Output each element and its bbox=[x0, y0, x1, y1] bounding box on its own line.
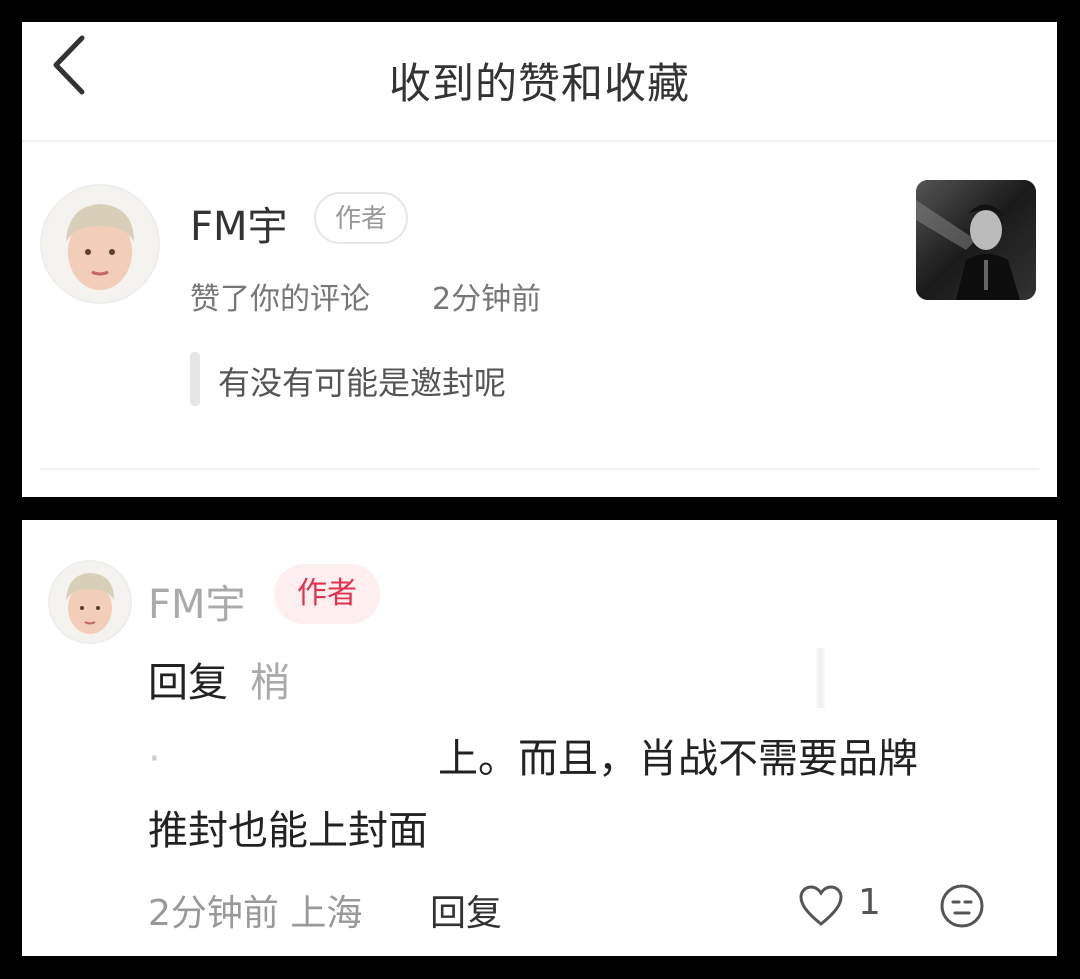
author-badge: 作者 bbox=[314, 192, 408, 244]
comment-text-line: · 上。而且，肖战不需要品牌 bbox=[148, 726, 918, 784]
reply-target[interactable]: 梢 bbox=[250, 660, 290, 706]
author-badge: 作者 bbox=[274, 564, 380, 624]
notification-action: 赞了你的评论 bbox=[190, 282, 370, 317]
quoted-comment[interactable]: 有没有可能是邀封呢 bbox=[218, 358, 506, 404]
post-thumbnail[interactable] bbox=[916, 180, 1036, 300]
page-title: 收到的赞和收藏 bbox=[388, 59, 690, 108]
emoji-icon[interactable] bbox=[938, 882, 986, 930]
redacted-text: · bbox=[148, 736, 161, 782]
reply-prefix: 回复 bbox=[148, 660, 228, 706]
quote-bar bbox=[190, 352, 200, 406]
notification-panel: 收到的赞和收藏 FM宇 作者 赞了你的评论 2分钟前 有没有可能是邀封呢 bbox=[22, 22, 1057, 497]
comment-user-name[interactable]: FM宇 bbox=[148, 572, 246, 630]
like-count: 1 bbox=[858, 882, 881, 923]
comment-panel: FM宇 作者 回复梢 · 上。而且，肖战不需要品牌 推封也能上封面 2分钟前 上海… bbox=[22, 520, 1057, 956]
divider bbox=[40, 468, 1039, 470]
avatar[interactable] bbox=[40, 184, 160, 304]
notification-time: 2分钟前 bbox=[432, 282, 542, 317]
comment-text-line: 回复梢 bbox=[148, 650, 290, 708]
reply-button[interactable]: 回复 bbox=[430, 884, 502, 936]
user-name[interactable]: FM宇 bbox=[190, 194, 288, 252]
avatar[interactable] bbox=[48, 560, 132, 644]
comment-time-location: 2分钟前 上海 bbox=[148, 893, 363, 934]
page-header: 收到的赞和收藏 bbox=[22, 22, 1057, 142]
comment-text-line: 推封也能上封面 bbox=[148, 808, 428, 854]
heart-icon bbox=[799, 885, 843, 926]
comment-text-visible: 上。而且，肖战不需要品牌 bbox=[438, 736, 918, 782]
redaction-overlay bbox=[322, 648, 882, 708]
